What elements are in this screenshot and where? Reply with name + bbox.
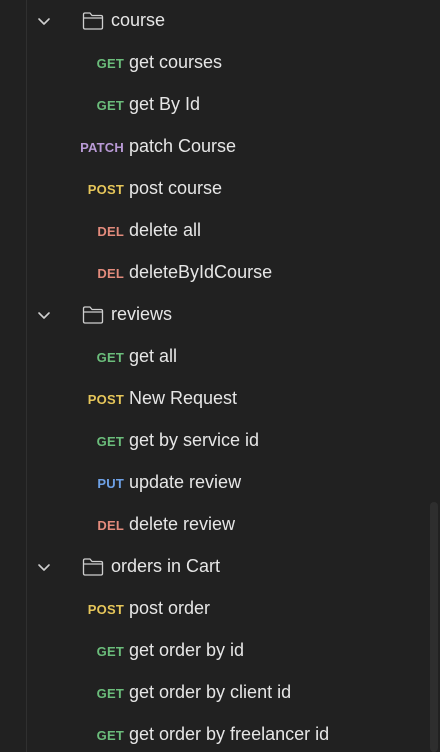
method-badge: PUT [97, 476, 124, 491]
request-name: post course [129, 178, 223, 198]
request-name: delete review [129, 514, 236, 534]
request-name: get by service id [129, 430, 260, 450]
method-badge: DEL [97, 266, 124, 281]
request-item[interactable]: GET get order by freelancer id [0, 714, 420, 752]
method-badge: GET [96, 728, 124, 743]
method-badge: GET [96, 434, 124, 449]
request-item[interactable]: POST post course [0, 168, 420, 210]
request-name: get courses [129, 52, 223, 72]
request-name: deleteByIdCourse [129, 262, 273, 282]
request-item[interactable]: DEL delete all [0, 210, 420, 252]
method-badge: GET [96, 686, 124, 701]
request-item[interactable]: PUT update review [0, 462, 420, 504]
chevron-down-icon[interactable] [36, 307, 52, 323]
folder-name: orders in Cart [111, 556, 221, 576]
folder-row[interactable]: course [0, 0, 420, 42]
request-name: get order by freelancer id [129, 724, 330, 744]
request-name: delete all [129, 220, 202, 240]
request-item[interactable]: PATCH patch Course [0, 126, 420, 168]
method-badge: DEL [97, 518, 124, 533]
request-name: New Request [129, 388, 238, 408]
request-item[interactable]: DEL delete review [0, 504, 420, 546]
request-name: get By Id [129, 94, 201, 114]
method-badge: POST [87, 392, 124, 407]
folder-icon [82, 306, 104, 324]
request-name: get all [129, 346, 178, 366]
scrollbar[interactable] [428, 0, 440, 752]
method-badge: PATCH [80, 140, 124, 155]
request-item[interactable]: GET get all [0, 336, 420, 378]
collection-sidebar: course GET get courses GET get By Id PATCH pat… [0, 0, 440, 752]
request-item[interactable]: GET get By Id [0, 84, 420, 126]
folder-row[interactable]: reviews [0, 294, 420, 336]
request-name: patch Course [129, 136, 237, 156]
chevron-down-icon[interactable] [36, 559, 52, 575]
request-item[interactable]: GET get order by id [0, 630, 420, 672]
method-badge: POST [87, 182, 124, 197]
request-item[interactable]: DEL deleteByIdCourse [0, 252, 420, 294]
request-name: get order by client id [129, 682, 292, 702]
request-item[interactable]: GET get order by client id [0, 672, 420, 714]
method-badge: POST [87, 602, 124, 617]
request-name: update review [129, 472, 242, 492]
folder-name: reviews [111, 304, 173, 324]
request-item[interactable]: GET get courses [0, 42, 420, 84]
scrollbar-thumb[interactable] [430, 502, 438, 752]
request-name: get order by id [129, 640, 245, 660]
folder-name: course [111, 10, 166, 30]
request-item[interactable]: GET get by service id [0, 420, 420, 462]
request-name: post order [129, 598, 211, 618]
folder-row[interactable]: orders in Cart [0, 546, 420, 588]
method-badge: GET [96, 350, 124, 365]
method-badge: GET [96, 644, 124, 659]
folder-icon [82, 12, 104, 30]
method-badge: DEL [97, 224, 124, 239]
method-badge: GET [96, 56, 124, 71]
request-item[interactable]: POST New Request [0, 378, 420, 420]
request-item[interactable]: POST post order [0, 588, 420, 630]
folder-icon [82, 558, 104, 576]
method-badge: GET [96, 98, 124, 113]
chevron-down-icon[interactable] [36, 13, 52, 29]
